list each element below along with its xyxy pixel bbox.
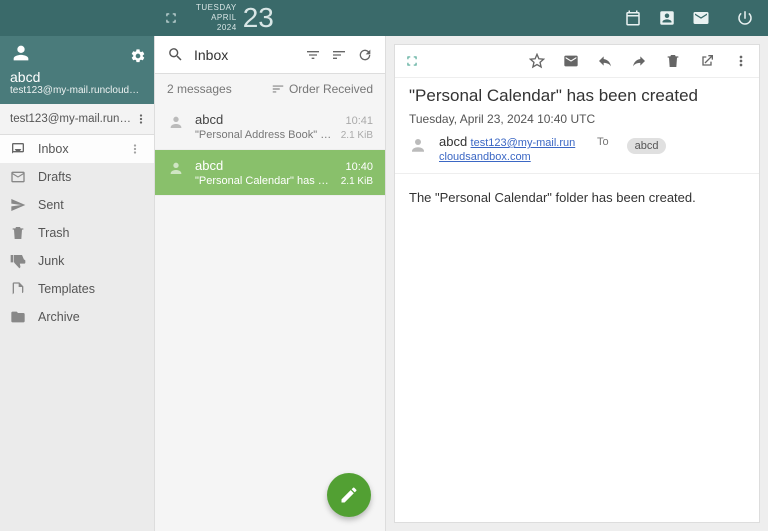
message-header: "Personal Calendar" has been created Tue…: [395, 78, 759, 174]
person-icon: [167, 112, 185, 141]
message-date: Tuesday, April 23, 2024 10:40 UTC: [409, 112, 745, 126]
folder-label: Templates: [38, 282, 95, 296]
to-label: To: [597, 136, 609, 148]
message-list: Inbox 2 messages Order Received abcd 10:4…: [154, 36, 386, 531]
sort-icon[interactable]: [331, 47, 347, 63]
viewer-toolbar: [395, 45, 759, 78]
expand-icon[interactable]: [405, 54, 419, 68]
message-subject: "Personal Calendar" has been created: [409, 86, 745, 106]
msg-size: 2.1 KiB: [341, 130, 373, 141]
date-month: APRIL: [211, 13, 237, 23]
date-dayname: TUESDAY: [196, 3, 237, 13]
drafts-icon: [10, 169, 28, 185]
junk-icon: [10, 253, 28, 269]
date-daynum: 23: [243, 4, 274, 32]
msg-subject: "Personal Calendar" has been created: [195, 175, 335, 187]
gear-icon[interactable]: [130, 48, 146, 64]
date-year: 2024: [217, 23, 237, 33]
folder-list: Inbox Drafts Sent Trash Junk Templates Archive: [0, 135, 154, 331]
sort-order-label: Order Received: [289, 82, 373, 96]
person-icon: [167, 158, 185, 187]
sidebar-item-sent[interactable]: Sent: [0, 191, 154, 219]
profile-name: abcd: [10, 69, 144, 85]
sort-order-button[interactable]: Order Received: [271, 82, 373, 96]
reply-icon[interactable]: [597, 53, 613, 69]
forward-icon[interactable]: [631, 53, 647, 69]
to-chip[interactable]: abcd: [627, 138, 667, 154]
profile-card: abcd test123@my-mail.runcloudsa...: [0, 36, 154, 104]
sidebar-item-junk[interactable]: Junk: [0, 247, 154, 275]
more-vert-icon[interactable]: [128, 142, 146, 156]
msg-from: abcd: [195, 112, 223, 127]
msg-time: 10:41: [345, 115, 373, 127]
msg-size: 2.1 KiB: [341, 176, 373, 187]
list-subheader: 2 messages Order Received: [155, 74, 385, 104]
power-icon[interactable]: [736, 9, 754, 27]
compose-fab[interactable]: [327, 473, 371, 517]
open-new-icon[interactable]: [699, 53, 715, 69]
account-email: test123@my-mail.runcloudsa...: [10, 113, 134, 125]
list-title: Inbox: [194, 47, 295, 63]
sidebar-item-templates[interactable]: Templates: [0, 275, 154, 303]
msg-from: abcd: [195, 158, 223, 173]
message-count: 2 messages: [167, 82, 232, 96]
message-row[interactable]: abcd 10:41 "Personal Address Book" has bee…: [155, 104, 385, 150]
message-row[interactable]: abcd 10:40 "Personal Calendar" has been cr…: [155, 150, 385, 196]
account-row[interactable]: test123@my-mail.runcloudsa...: [0, 104, 154, 135]
fullscreen-icon[interactable]: [154, 0, 188, 36]
more-vert-icon[interactable]: [134, 112, 148, 126]
folder-label: Drafts: [38, 170, 71, 184]
sidebar-item-trash[interactable]: Trash: [0, 219, 154, 247]
calendar-icon[interactable]: [624, 9, 642, 27]
folder-label: Junk: [38, 254, 64, 268]
templates-icon: [10, 281, 28, 297]
from-name: abcd: [439, 134, 467, 149]
folder-label: Trash: [38, 226, 70, 240]
contacts-icon[interactable]: [658, 9, 676, 27]
avatar-icon: [10, 42, 144, 67]
sidebar-item-inbox[interactable]: Inbox: [0, 135, 154, 163]
message-body: The "Personal Calendar" folder has been …: [395, 174, 759, 221]
search-icon[interactable]: [167, 46, 184, 63]
sidebar: abcd test123@my-mail.runcloudsa... test1…: [0, 36, 154, 531]
profile-email: test123@my-mail.runcloudsa...: [10, 85, 144, 96]
sidebar-item-drafts[interactable]: Drafts: [0, 163, 154, 191]
inbox-icon: [10, 141, 28, 157]
refresh-icon[interactable]: [357, 47, 373, 63]
trash-icon: [10, 225, 28, 241]
topbar: TUESDAY APRIL 2024 23: [0, 0, 768, 36]
date-display: TUESDAY APRIL 2024 23: [188, 0, 282, 36]
folder-label: Sent: [38, 198, 64, 212]
sent-icon: [10, 197, 28, 213]
folder-label: Inbox: [38, 142, 69, 156]
delete-icon[interactable]: [665, 53, 681, 69]
msg-subject: "Personal Address Book" has been created: [195, 129, 335, 141]
more-vert-icon[interactable]: [733, 53, 749, 69]
msg-time: 10:40: [345, 161, 373, 173]
folder-label: Archive: [38, 310, 80, 324]
list-header: Inbox: [155, 36, 385, 74]
star-icon[interactable]: [529, 53, 545, 69]
sidebar-item-archive[interactable]: Archive: [0, 303, 154, 331]
archive-icon: [10, 309, 28, 325]
mark-unread-icon[interactable]: [563, 53, 579, 69]
filter-icon[interactable]: [305, 47, 321, 63]
viewer-pane: "Personal Calendar" has been created Tue…: [386, 36, 768, 531]
mail-icon[interactable]: [692, 9, 710, 27]
person-icon: [409, 134, 429, 157]
